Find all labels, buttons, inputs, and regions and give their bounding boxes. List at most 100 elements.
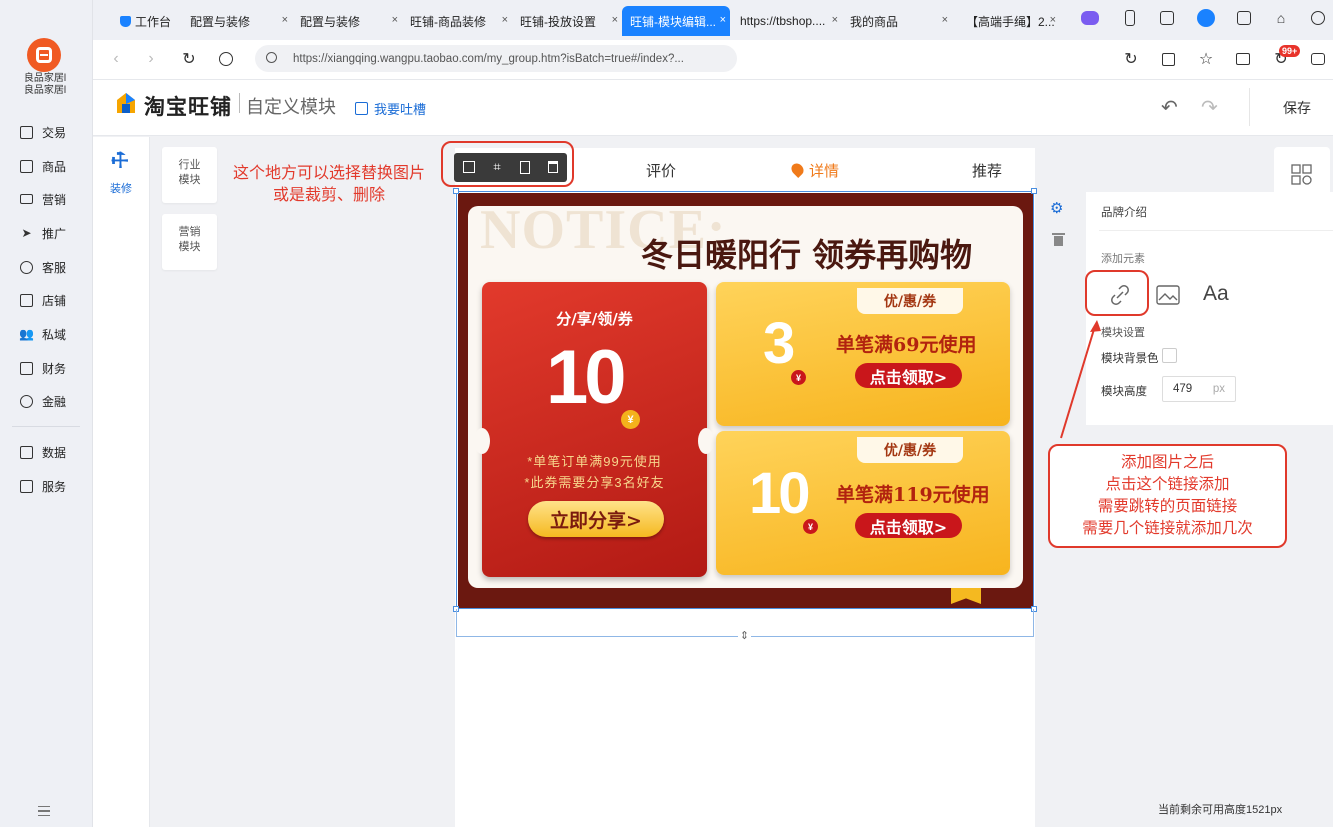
sidebar-item-services[interactable]: 服务 <box>20 476 90 496</box>
services-icon <box>20 479 33 493</box>
search-icon <box>266 52 277 63</box>
image-icon[interactable] <box>1156 285 1180 305</box>
marketing-icon <box>20 194 33 204</box>
close-icon[interactable]: × <box>392 14 398 26</box>
star-icon[interactable]: ☆ <box>1195 48 1217 70</box>
close-icon[interactable]: × <box>720 14 726 26</box>
module-settings-label: 模块设置 <box>1101 327 1145 339</box>
undo-button[interactable]: ↶ <box>1161 95 1178 120</box>
trade-icon <box>20 125 33 139</box>
tab-tbshop[interactable]: https://tbshop.... × <box>732 6 842 36</box>
tab-my-goods[interactable]: 我的商品 × <box>842 6 952 36</box>
bg-color-checkbox[interactable] <box>1162 348 1177 363</box>
sidebar-item-finance[interactable]: 财务 <box>20 358 90 378</box>
module-delete-icon[interactable] <box>1052 232 1065 246</box>
close-icon[interactable]: × <box>1050 14 1056 26</box>
sidebar-item-private-domain[interactable]: 👥 私域 <box>19 324 90 344</box>
notification-badge: 99+ <box>1279 45 1301 57</box>
sidebar-item-marketing[interactable]: 营销 <box>20 189 90 209</box>
brand-title: 淘宝旺铺 <box>144 96 232 119</box>
add-element-label: 添加元素 <box>1101 253 1145 265</box>
url-input[interactable]: https://xiangqing.wangpu.taobao.com/my_g… <box>255 45 737 72</box>
tab-config-1[interactable]: 配置与装修 × <box>182 6 292 36</box>
phone-icon[interactable] <box>1120 8 1140 28</box>
toolbar-annotation: 这个地方可以选择替换图片 或是裁剪、删除 <box>232 165 425 204</box>
app-logo-icon[interactable] <box>27 38 61 72</box>
resize-handle-tr[interactable] <box>1031 188 1037 194</box>
back-button[interactable]: ‹ <box>105 48 127 70</box>
close-icon[interactable]: × <box>502 14 508 26</box>
forward-button[interactable]: › <box>140 48 162 70</box>
assistant-icon[interactable] <box>1080 8 1100 28</box>
menu-icon[interactable] <box>38 806 50 816</box>
annotation-arrow <box>1060 320 1101 439</box>
tab-reviews[interactable]: 评价 <box>646 160 676 181</box>
shop-icon <box>20 293 33 307</box>
sidebar-item-shop[interactable]: 店铺 <box>20 290 90 310</box>
promotion-icon: ➤ <box>21 226 32 240</box>
tab-details[interactable]: 详情 <box>789 160 839 181</box>
profile-icon[interactable] <box>1196 8 1216 28</box>
feedback-link[interactable]: 我要吐槽 <box>355 99 426 118</box>
window-icon[interactable] <box>1157 8 1177 28</box>
resize-handle-tl[interactable] <box>453 188 459 194</box>
sidebar-item-fintech[interactable]: 金融 <box>20 391 90 411</box>
panel-divider <box>1099 230 1333 231</box>
feedback-icon <box>355 102 368 115</box>
shirt-icon[interactable]: ⌂ <box>1271 8 1291 28</box>
settings-icon[interactable] <box>1308 8 1328 28</box>
remaining-height: 当前剩余可用高度1521px <box>1158 804 1283 816</box>
height-label: 模块高度 <box>1101 386 1147 398</box>
sidebar-item-trade[interactable]: 交易 <box>20 122 90 142</box>
save-button[interactable]: 保存 <box>1283 98 1311 118</box>
industry-module-card[interactable]: 行业 模块 <box>162 147 217 203</box>
height-resize-icon[interactable]: ⇕ <box>738 630 751 643</box>
bg-color-label: 模块背景色 <box>1101 353 1159 365</box>
service-icon <box>20 260 33 274</box>
refresh-icon[interactable]: ↻ <box>1120 48 1142 70</box>
module-selection-frame <box>456 191 1034 609</box>
history-icon[interactable] <box>215 48 237 70</box>
close-icon[interactable]: × <box>832 14 838 26</box>
tab-workbench[interactable]: 工作台 <box>112 6 182 36</box>
fintech-icon <box>20 394 33 408</box>
reload-button[interactable]: ↻ <box>178 48 200 70</box>
data-icon <box>20 445 33 459</box>
header-divider <box>1249 88 1250 126</box>
link-highlight-ring <box>1085 270 1149 316</box>
text-element-icon[interactable]: Aa <box>1203 282 1229 306</box>
sidebar-item-promotion[interactable]: ➤ 推广 <box>20 223 90 243</box>
location-pin-icon <box>789 161 806 178</box>
tab-bracelet[interactable]: 【高端手绳】2... × <box>958 6 1060 36</box>
private-domain-icon: 👥 <box>19 327 34 341</box>
taobao-logo-icon <box>117 93 135 113</box>
shop-name: 良品家居l 良品家居l <box>23 73 67 96</box>
redo-button[interactable]: ↷ <box>1201 95 1218 120</box>
sidebar-item-goods[interactable]: 商品 <box>20 156 90 176</box>
sidebar-item-data[interactable]: 数据 <box>20 442 90 462</box>
finance-icon <box>20 361 33 375</box>
copy-icon[interactable] <box>1157 48 1179 70</box>
module-settings-icon[interactable]: ⚙ <box>1050 199 1063 217</box>
close-icon[interactable]: × <box>612 14 618 26</box>
notes-icon[interactable] <box>1234 8 1254 28</box>
chat-icon[interactable] <box>1307 48 1329 70</box>
folder-icon[interactable] <box>1232 48 1254 70</box>
tab-placement[interactable]: 旺铺-投放设置 × <box>512 6 622 36</box>
panel-title: 品牌介绍 <box>1101 207 1147 219</box>
page-title: 自定义模块 <box>246 97 336 117</box>
marketing-module-card[interactable]: 营销 模块 <box>162 214 217 270</box>
close-icon[interactable]: × <box>282 14 288 26</box>
height-input[interactable]: 479 px <box>1162 376 1236 402</box>
close-icon[interactable]: × <box>942 14 948 26</box>
link-annotation: 添加图片之后 点击这个链接添加 需要跳转的页面链接 需要几个链接就添加几次 <box>1048 444 1287 548</box>
tab-module-edit[interactable]: 旺铺-模块编辑... × <box>622 6 730 36</box>
decorate-tab[interactable]: 装修 <box>110 180 132 196</box>
goods-icon <box>20 159 33 173</box>
tab-goods-decor[interactable]: 旺铺-商品装修 × <box>402 6 512 36</box>
sidebar-item-service[interactable]: 客服 <box>20 257 90 277</box>
decorate-column <box>93 137 150 827</box>
tab-config-2[interactable]: 配置与装修 × <box>292 6 402 36</box>
tab-recommend[interactable]: 推荐 <box>972 160 1002 181</box>
home-icon <box>120 15 131 27</box>
